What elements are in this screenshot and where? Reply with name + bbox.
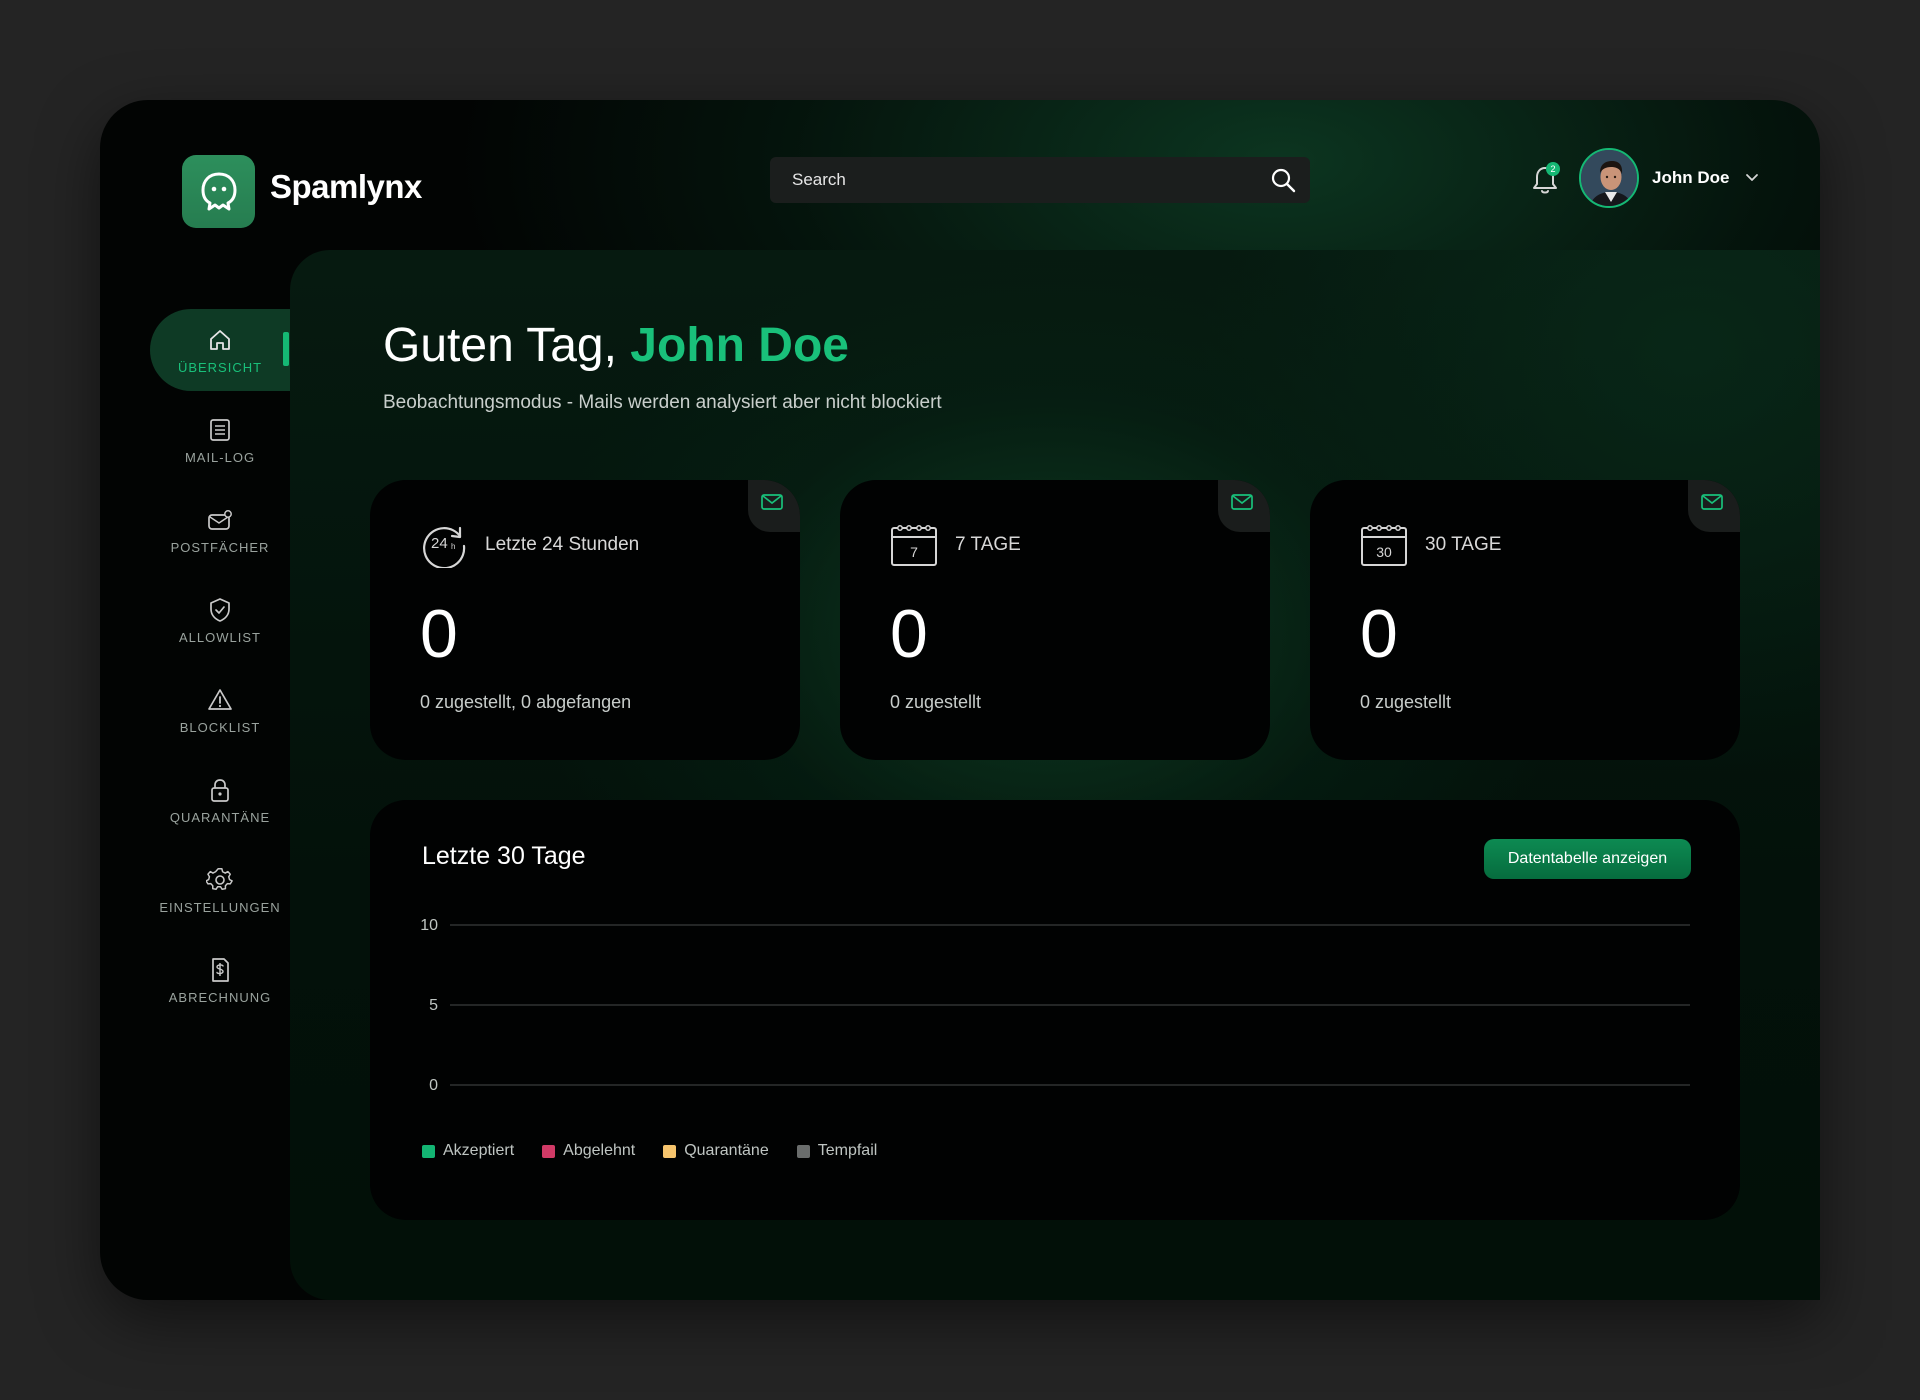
greeting-user-name: John Doe bbox=[630, 319, 849, 372]
gear-icon bbox=[206, 867, 233, 890]
card-icon-subtext: h bbox=[451, 542, 455, 551]
card-value: 0 bbox=[890, 596, 928, 672]
chevron-down-icon[interactable] bbox=[1744, 170, 1760, 186]
sidebar-item-label: BLOCKLIST bbox=[179, 719, 261, 735]
legend-swatch bbox=[422, 1144, 435, 1158]
legend-item[interactable]: Tempfail bbox=[796, 1142, 878, 1160]
stat-card-24h: 24 h Letzte 24 Stunden 0 0 zugestellt, 0… bbox=[370, 480, 800, 760]
avatar-image bbox=[1581, 150, 1637, 206]
sidebar-item-einstellungen[interactable]: EINSTELLUNGEN bbox=[150, 849, 290, 931]
legend-swatch bbox=[542, 1144, 556, 1158]
search-bar bbox=[770, 157, 1310, 203]
sidebar-item-label: ALLOWLIST bbox=[179, 629, 261, 645]
calendar-icon: 30 bbox=[1361, 525, 1407, 566]
legend-label: Akzeptiert bbox=[443, 1142, 515, 1159]
mail-icon bbox=[761, 494, 783, 510]
active-indicator bbox=[283, 332, 289, 366]
calendar-icon: 7 bbox=[891, 525, 937, 566]
sidebar-item-uebersicht[interactable]: ÜBERSICHT bbox=[150, 309, 290, 391]
legend-swatch bbox=[796, 1144, 810, 1158]
lock-icon bbox=[211, 778, 229, 802]
card-title: Letzte 24 Stunden bbox=[485, 534, 640, 555]
mail-icon bbox=[1231, 494, 1253, 510]
mode-subtitle: Beobachtungsmodus - Mails werden analysi… bbox=[383, 392, 942, 413]
logo-box[interactable] bbox=[182, 155, 255, 228]
legend-label: Abgelehnt bbox=[563, 1142, 636, 1159]
greeting-prefix: Guten Tag, bbox=[383, 319, 617, 372]
sidebar-item-allowlist[interactable]: ALLOWLIST bbox=[150, 579, 290, 661]
card-value: 0 bbox=[420, 596, 458, 672]
sidebar-item-label: POSTFÄCHER bbox=[170, 539, 270, 555]
list-icon bbox=[210, 418, 230, 441]
line-chart: 10 5 0 bbox=[420, 917, 1690, 1094]
y-tick-label: 5 bbox=[429, 997, 438, 1014]
app-name: Spamlynx bbox=[270, 168, 422, 205]
legend-item[interactable]: Abgelehnt bbox=[542, 1142, 635, 1160]
chart-title: Letzte 30 Tage bbox=[422, 842, 586, 870]
show-data-table-button[interactable]: Datentabelle anzeigen bbox=[1484, 839, 1691, 879]
shield-check-icon bbox=[210, 597, 230, 622]
card-icon-text: 24 bbox=[431, 535, 448, 552]
invoice-icon bbox=[212, 957, 229, 982]
card-subtext: 0 zugestellt bbox=[890, 692, 982, 712]
user-name[interactable]: John Doe bbox=[1652, 168, 1729, 188]
ghost-logo-icon bbox=[201, 172, 236, 210]
legend-item[interactable]: Akzeptiert bbox=[422, 1142, 514, 1160]
warning-icon bbox=[208, 688, 232, 710]
search-input[interactable] bbox=[770, 157, 1240, 203]
avatar[interactable] bbox=[1579, 148, 1639, 208]
card-icon-text: 30 bbox=[1376, 544, 1392, 560]
sidebar-item-label: MAIL-LOG bbox=[184, 449, 256, 465]
y-tick-label: 0 bbox=[429, 1077, 438, 1094]
search-icon[interactable] bbox=[1270, 167, 1296, 193]
card-value: 0 bbox=[1360, 596, 1398, 672]
legend-label: Tempfail bbox=[817, 1142, 878, 1159]
sidebar-item-label: ABRECHNUNG bbox=[168, 989, 272, 1005]
mailbox-icon bbox=[208, 509, 232, 530]
sidebar-item-blocklist[interactable]: BLOCKLIST bbox=[150, 669, 290, 751]
sidebar-item-label: ÜBERSICHT bbox=[177, 359, 263, 375]
y-tick-label: 10 bbox=[420, 917, 438, 934]
sidebar-item-quarantaene[interactable]: QUARANTÄNE bbox=[150, 759, 290, 841]
mail-icon bbox=[1701, 494, 1723, 510]
sidebar-item-label: QUARANTÄNE bbox=[169, 809, 271, 825]
app-window: Spamlynx 2 John Doe ÜBERSICHT bbox=[100, 100, 1820, 1300]
stat-card-7-days: 7 7 TAGE 0 0 zugestellt bbox=[840, 480, 1270, 760]
notification-badge: 2 bbox=[1546, 162, 1560, 176]
sidebar-item-mail-log[interactable]: MAIL-LOG bbox=[150, 399, 290, 481]
card-title: 7 TAGE bbox=[955, 534, 1021, 555]
greeting-heading: Guten Tag, John Doe bbox=[383, 318, 849, 373]
clock-24h-icon: 24 h bbox=[423, 526, 466, 568]
chart-legend: Akzeptiert Abgelehnt Quarantäne Tempfail bbox=[422, 1142, 877, 1160]
stat-card-30-days: 30 30 TAGE 0 0 zugestellt bbox=[1310, 480, 1740, 760]
sidebar-item-label: EINSTELLUNGEN bbox=[159, 899, 281, 915]
card-icon-text: 7 bbox=[910, 544, 918, 560]
sidebar-item-postfaecher[interactable]: POSTFÄCHER bbox=[150, 489, 290, 571]
legend-item[interactable]: Quarantäne bbox=[663, 1142, 769, 1160]
legend-swatch bbox=[663, 1144, 677, 1158]
sidebar-item-abrechnung[interactable]: ABRECHNUNG bbox=[150, 939, 290, 1021]
home-icon bbox=[210, 329, 230, 350]
card-subtext: 0 zugestellt, 0 abgefangen bbox=[420, 692, 632, 712]
chart-card: Letzte 30 Tage Datentabelle anzeigen 10 5… bbox=[370, 800, 1740, 1220]
card-title: 30 TAGE bbox=[1425, 534, 1502, 555]
card-subtext: 0 zugestellt bbox=[1360, 692, 1452, 712]
legend-label: Quarantäne bbox=[684, 1142, 769, 1159]
